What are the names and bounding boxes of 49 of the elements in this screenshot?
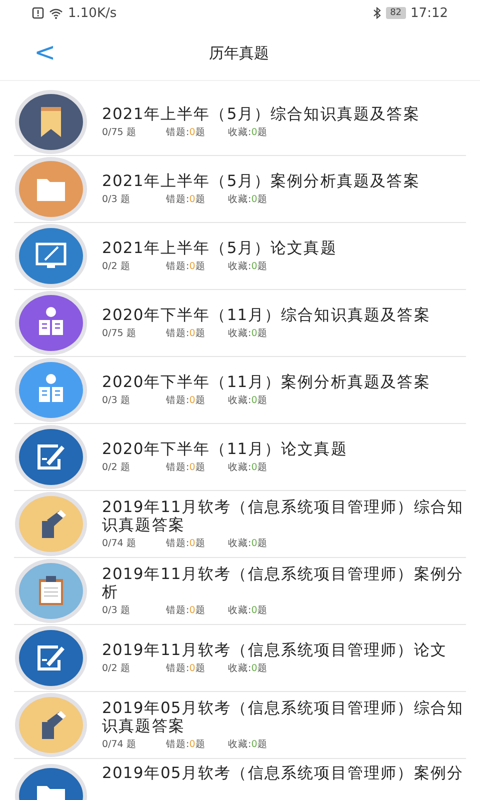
progress-count: 0/2 题 (102, 662, 132, 675)
favorite-count: 收藏:0题 (228, 327, 268, 340)
wrong-count: 错题:0题 (166, 461, 206, 474)
exam-title: 2021年上半年（5月）综合知识真题及答案 (102, 105, 421, 123)
alert-icon (32, 7, 44, 19)
progress-count: 0/3 题 (102, 193, 132, 206)
progress-count: 0/2 题 (102, 260, 132, 273)
wrong-count: 错题:0题 (166, 193, 206, 206)
back-button[interactable]: < (28, 40, 62, 66)
favorite-count: 收藏:0题 (228, 394, 268, 407)
favorite-count: 收藏:0题 (228, 604, 268, 617)
favorite-count: 收藏:0题 (228, 738, 268, 751)
exam-title: 2020年下半年（11月）案例分析真题及答案 (102, 373, 432, 391)
page-title: 历年真题 (208, 44, 269, 62)
favorite-count: 收藏:0题 (228, 126, 268, 139)
exam-title: 2019年05月软考（信息系统项目管理师）综合知识真题答案 (102, 699, 465, 735)
bluetooth-icon (373, 7, 382, 19)
exam-title: 2021年上半年（5月）论文真题 (102, 239, 338, 257)
wrong-count: 错题:0题 (166, 738, 206, 751)
exam-title: 2019年05月软考（信息系统项目管理师）案例分 (102, 764, 465, 782)
favorite-count: 收藏:0题 (228, 662, 268, 675)
wifi-icon (49, 8, 63, 18)
progress-count: 0/3 题 (102, 394, 132, 407)
exam-title: 2019年11月软考（信息系统项目管理师）综合知识真题答案 (102, 498, 465, 534)
progress-count: 0/74 题 (102, 738, 138, 751)
wrong-count: 错题:0题 (166, 604, 206, 617)
wrong-count: 错题:0题 (166, 662, 206, 675)
wrong-count: 错题:0题 (166, 327, 206, 340)
wrong-count: 错题:0题 (166, 537, 206, 550)
progress-count: 0/2 题 (102, 461, 132, 474)
progress-count: 0/75 题 (102, 126, 138, 139)
exam-title: 2019年11月软考（信息系统项目管理师）案例分析 (102, 565, 465, 601)
network-speed: 1.10K/s (68, 6, 117, 20)
exam-title: 2020年下半年（11月）综合知识真题及答案 (102, 306, 432, 324)
progress-count: 0/3 题 (102, 604, 132, 617)
clock: 17:12 (410, 6, 448, 20)
wrong-count: 错题:0题 (166, 260, 206, 273)
favorite-count: 收藏:0题 (228, 461, 268, 474)
favorite-count: 收藏:0题 (228, 260, 268, 273)
progress-count: 0/75 题 (102, 327, 138, 340)
wrong-count: 错题:0题 (166, 126, 206, 139)
exam-title: 2021年上半年（5月）案例分析真题及答案 (102, 172, 421, 190)
favorite-count: 收藏:0题 (228, 537, 268, 550)
favorite-count: 收藏:0题 (228, 193, 268, 206)
battery-indicator: 82 (386, 7, 406, 19)
exam-title: 2020年下半年（11月）论文真题 (102, 440, 348, 458)
progress-count: 0/74 题 (102, 537, 138, 550)
exam-title: 2019年11月软考（信息系统项目管理师）论文 (102, 641, 448, 659)
wrong-count: 错题:0题 (166, 394, 206, 407)
